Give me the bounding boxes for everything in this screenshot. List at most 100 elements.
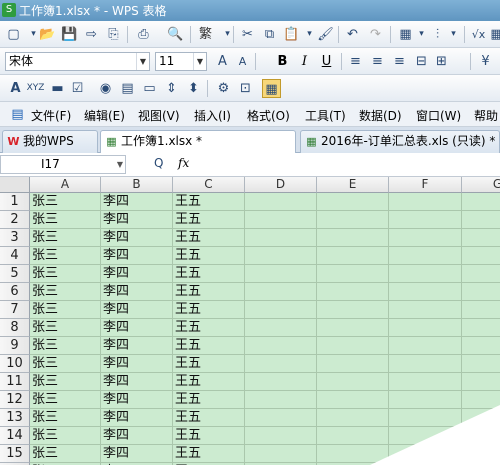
select-all-corner[interactable]	[0, 177, 30, 193]
code-icon[interactable]: ⊡	[236, 79, 255, 98]
table-cell[interactable]: 王五	[173, 283, 245, 301]
align-right-icon[interactable]: ≡	[390, 52, 409, 71]
table-cell[interactable]: 李四	[101, 391, 173, 409]
row-header[interactable]: 6	[0, 283, 30, 301]
table-cell[interactable]: 张三	[30, 229, 101, 247]
underline-icon[interactable]: U	[317, 52, 336, 71]
decrease-font-icon[interactable]: A	[233, 52, 252, 71]
print-preview-icon[interactable]: 🔍	[166, 25, 185, 44]
row-header[interactable]: 7	[0, 301, 30, 319]
worksheet-grid[interactable]: A B C D E F G 1 张三 李四 王五 2 张三 李四 王五 3 张三 李四 王五 4 张三 李四 王五 5 张三 李四…	[0, 177, 500, 465]
chevron-down-icon[interactable]: ▼	[193, 53, 206, 70]
font-name-combo[interactable]: 宋体 ▼	[5, 52, 150, 71]
label-icon[interactable]: XYZ	[26, 79, 45, 98]
text-box-icon[interactable]: A	[6, 79, 25, 98]
table-cell[interactable]: 王五	[173, 337, 245, 355]
new-document-icon[interactable]: ▢	[4, 25, 23, 44]
table-cell[interactable]: 张三	[30, 373, 101, 391]
menu-insert[interactable]: 插入(I)	[194, 107, 231, 124]
scrollbar-control-icon[interactable]: ⇕	[162, 79, 181, 98]
table-cell[interactable]: 李四	[101, 229, 173, 247]
search-formula-icon[interactable]: Q	[154, 156, 163, 170]
chevron-down-icon[interactable]: ▼	[117, 156, 123, 173]
italic-icon[interactable]: I	[295, 52, 314, 71]
table-cell[interactable]: 李四	[101, 265, 173, 283]
menu-view[interactable]: 视图(V)	[138, 107, 180, 124]
table-cell[interactable]: 王五	[173, 409, 245, 427]
align-center-icon[interactable]: ≡	[368, 52, 387, 71]
bold-icon[interactable]: B	[273, 52, 292, 71]
table-cell[interactable]: 李四	[101, 211, 173, 229]
menu-data[interactable]: 数据(D)	[359, 107, 402, 124]
table-cell[interactable]: 王五	[173, 427, 245, 445]
cut-icon[interactable]: ✂	[238, 25, 257, 44]
row-header[interactable]: 2	[0, 211, 30, 229]
row-header[interactable]: 12	[0, 391, 30, 409]
column-header[interactable]: B	[101, 177, 173, 193]
table-cell[interactable]: 张三	[30, 355, 101, 373]
table-cell[interactable]: 张三	[30, 319, 101, 337]
table-cell[interactable]: 张三	[30, 391, 101, 409]
row-header[interactable]: 8	[0, 319, 30, 337]
row-header[interactable]: 11	[0, 373, 30, 391]
row-header[interactable]: 14	[0, 427, 30, 445]
table-cell[interactable]: 王五	[173, 391, 245, 409]
format-painter-icon[interactable]: 🖌	[316, 25, 335, 44]
column-header[interactable]: A	[30, 177, 101, 193]
row-header[interactable]: 9	[0, 337, 30, 355]
menu-edit[interactable]: 编辑(E)	[84, 107, 125, 124]
control-properties-icon[interactable]: ⚙	[214, 79, 233, 98]
table-icon[interactable]: ▦	[487, 25, 500, 44]
table-cell[interactable]: 王五	[173, 193, 245, 211]
button-control-icon[interactable]: ▬	[48, 79, 67, 98]
copy-icon[interactable]: ⧉	[260, 25, 279, 44]
fx-icon[interactable]: fx	[178, 156, 189, 170]
table-cell[interactable]: 王五	[173, 355, 245, 373]
menu-help[interactable]: 帮助	[474, 107, 498, 124]
combobox-icon[interactable]: ▭	[140, 79, 159, 98]
table-cell[interactable]: 李四	[101, 283, 173, 301]
table-cell[interactable]: 张三	[30, 427, 101, 445]
traditional-chinese-icon[interactable]: 繁	[196, 25, 215, 44]
radio-icon[interactable]: ◉	[96, 79, 115, 98]
increase-font-icon[interactable]: A	[213, 52, 232, 71]
menu-format[interactable]: 格式(O)	[247, 107, 290, 124]
undo-icon[interactable]: ↶	[343, 25, 362, 44]
menu-file[interactable]: 文件(F)	[31, 107, 71, 124]
currency-icon[interactable]: ¥	[476, 52, 495, 71]
row-header[interactable]: 13	[0, 409, 30, 427]
table-cell[interactable]: 张三	[30, 445, 101, 463]
export-icon[interactable]: ⇨	[82, 25, 101, 44]
table-cell[interactable]: 王五	[173, 373, 245, 391]
align-left-icon[interactable]: ≡	[346, 52, 365, 71]
table-cell[interactable]: 张三	[30, 247, 101, 265]
column-header[interactable]: D	[245, 177, 317, 193]
row-header[interactable]: 1	[0, 193, 30, 211]
table-cell[interactable]: 张三	[30, 265, 101, 283]
row-header[interactable]: 10	[0, 355, 30, 373]
table-cell[interactable]: 李四	[101, 247, 173, 265]
column-header[interactable]: E	[317, 177, 389, 193]
table-cell[interactable]: 张三	[30, 283, 101, 301]
wrap-text-icon[interactable]: ⊞	[432, 52, 451, 71]
formula-sqrt-icon[interactable]: √x	[469, 25, 488, 44]
table-cell[interactable]: 王五	[173, 301, 245, 319]
column-header[interactable]: G	[462, 177, 500, 193]
name-box[interactable]: I17 ▼	[0, 155, 126, 174]
font-size-combo[interactable]: 11 ▼	[155, 52, 207, 71]
table-cell[interactable]: 王五	[173, 247, 245, 265]
dropdown-arrow-icon[interactable]: ▾	[218, 25, 237, 44]
listbox-icon[interactable]: ▤	[118, 79, 137, 98]
paste-icon[interactable]: 📋	[282, 25, 301, 44]
table-cell[interactable]: 张三	[30, 211, 101, 229]
table-cell[interactable]: 王五	[173, 445, 245, 463]
table-cell[interactable]: 王五	[173, 229, 245, 247]
table-cell[interactable]: 李四	[101, 319, 173, 337]
chevron-down-icon[interactable]: ▼	[136, 53, 149, 70]
table-cell[interactable]: 王五	[173, 319, 245, 337]
spinner-control-icon[interactable]: ⬍	[184, 79, 203, 98]
table-cell[interactable]: 李四	[101, 355, 173, 373]
table-cell[interactable]: 李四	[101, 301, 173, 319]
formula-input[interactable]: Q fx	[126, 155, 500, 174]
menu-tools[interactable]: 工具(T)	[305, 107, 346, 124]
